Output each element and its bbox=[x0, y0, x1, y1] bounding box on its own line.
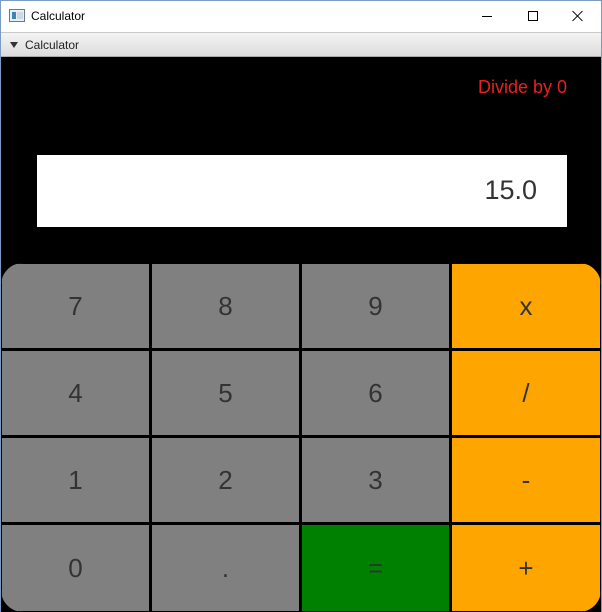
key-7[interactable]: 7 bbox=[1, 263, 150, 349]
key-2[interactable]: 2 bbox=[151, 437, 300, 523]
key-6[interactable]: 6 bbox=[301, 350, 450, 436]
key-4[interactable]: 4 bbox=[1, 350, 150, 436]
pane-title: Calculator bbox=[25, 38, 80, 52]
app-icon bbox=[9, 9, 25, 22]
key-multiply[interactable]: x bbox=[451, 263, 601, 349]
minimize-button[interactable] bbox=[464, 1, 510, 31]
key-1[interactable]: 1 bbox=[1, 437, 150, 523]
key-8[interactable]: 8 bbox=[151, 263, 300, 349]
key-0[interactable]: 0 bbox=[1, 524, 150, 612]
keypad: 7 8 9 x 4 5 6 / 1 2 3 - 0 . = + bbox=[1, 263, 601, 612]
calculator-window: Calculator Calculator Divide by 0 15.0 7… bbox=[0, 0, 602, 612]
minimize-icon bbox=[482, 15, 492, 17]
display-value: 15.0 bbox=[484, 175, 537, 205]
calculator-body: Divide by 0 15.0 7 8 9 x 4 5 6 / 1 2 3 -… bbox=[1, 57, 601, 612]
window-title: Calculator bbox=[31, 9, 86, 23]
key-9[interactable]: 9 bbox=[301, 263, 450, 349]
key-add[interactable]: + bbox=[451, 524, 601, 612]
key-subtract[interactable]: - bbox=[451, 437, 601, 523]
key-divide[interactable]: / bbox=[451, 350, 601, 436]
error-message: Divide by 0 bbox=[477, 77, 567, 97]
close-button[interactable] bbox=[555, 1, 601, 31]
key-decimal[interactable]: . bbox=[151, 524, 300, 612]
close-icon bbox=[572, 10, 584, 22]
key-3[interactable]: 3 bbox=[301, 437, 450, 523]
result-display: 15.0 bbox=[37, 155, 567, 227]
title-bar[interactable]: Calculator bbox=[1, 1, 601, 32]
maximize-button[interactable] bbox=[510, 1, 556, 31]
calculator-pane-header[interactable]: Calculator bbox=[1, 32, 601, 57]
maximize-icon bbox=[528, 11, 538, 21]
key-equals[interactable]: = bbox=[301, 524, 450, 612]
collapse-arrow-icon[interactable] bbox=[10, 42, 18, 48]
key-5[interactable]: 5 bbox=[151, 350, 300, 436]
